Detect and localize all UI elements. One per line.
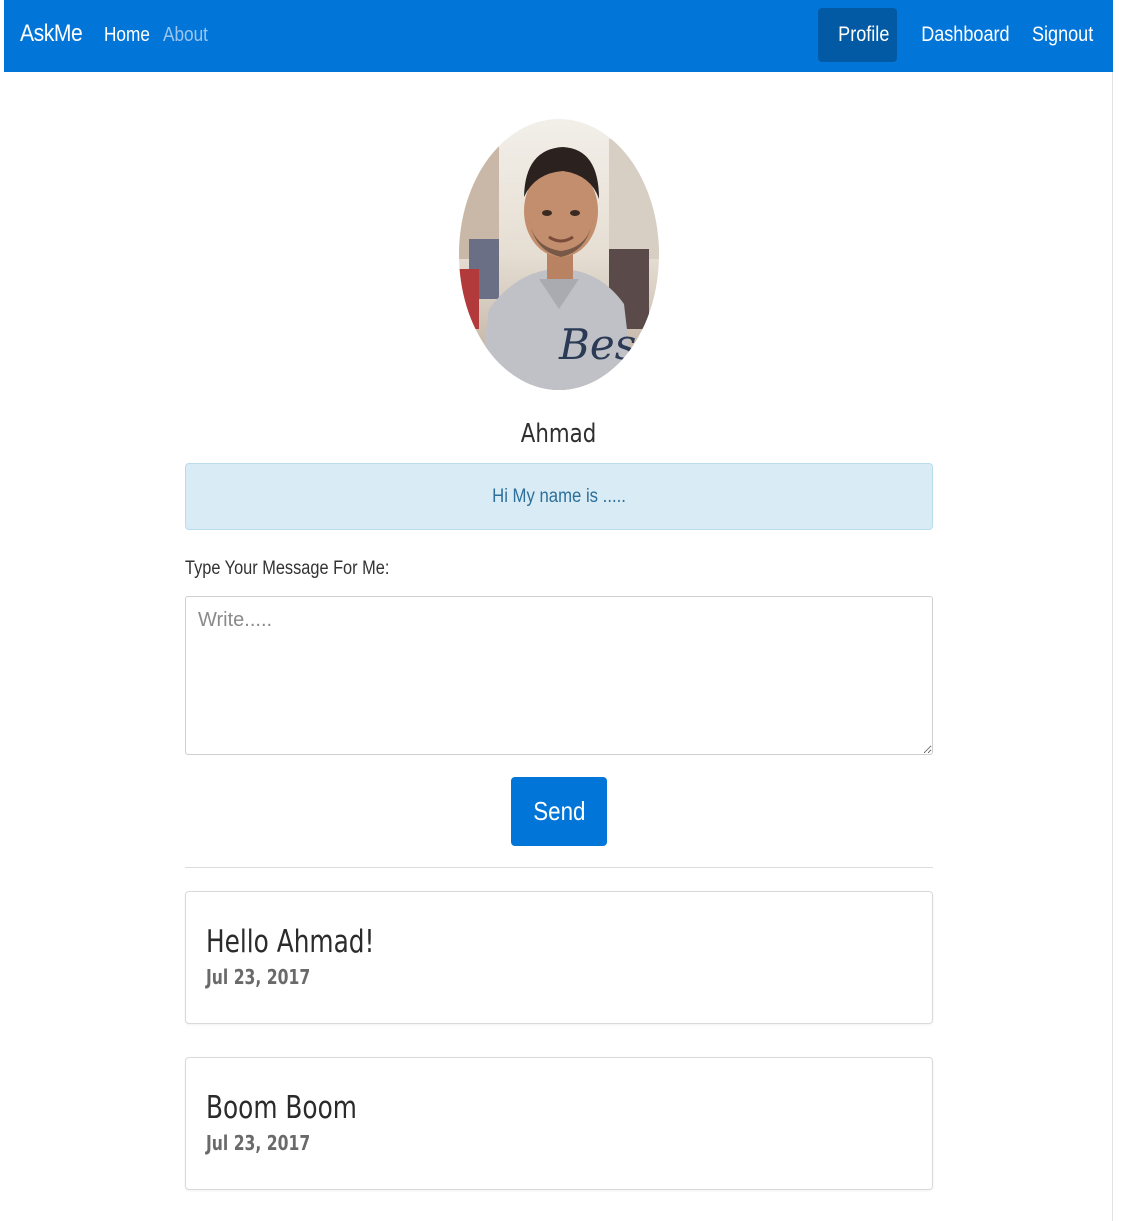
nav-signout-link[interactable]: Signout (1011, 8, 1107, 62)
top-navbar: AskMe Home About Profile Dashboard Signo… (4, 0, 1113, 72)
profile-name: Ahmad (520, 419, 597, 449)
nav-about-link[interactable]: About (163, 24, 208, 47)
send-button[interactable]: Send (511, 777, 607, 846)
nav-home-link[interactable]: Home (104, 24, 150, 47)
divider (185, 867, 933, 868)
message-input[interactable] (185, 596, 933, 755)
nav-signout-label: Signout (1031, 23, 1094, 46)
message-text: Boom Boom (206, 1090, 357, 1126)
profile-bio: Hi My name is ..... (185, 463, 933, 530)
profile-bio-text: Hi My name is ..... (492, 486, 626, 507)
message-date: Jul 23, 2017 (206, 1131, 311, 1155)
send-button-label: Send (532, 796, 586, 826)
nav-profile-label: Profile (838, 23, 890, 46)
brand-logo[interactable]: AskMe (20, 20, 83, 48)
nav-profile-link[interactable]: Profile (818, 8, 897, 62)
avatar: Bes (459, 119, 659, 390)
profile-photo: Bes (459, 119, 659, 390)
message-card: Boom Boom Jul 23, 2017 (185, 1057, 933, 1190)
message-date: Jul 23, 2017 (206, 965, 311, 989)
message-card: Hello Ahmad! Jul 23, 2017 (185, 891, 933, 1024)
message-label: Type Your Message For Me: (185, 558, 390, 579)
message-text: Hello Ahmad! (206, 924, 375, 960)
nav-dashboard-link[interactable]: Dashboard (898, 8, 1010, 62)
nav-dashboard-label: Dashboard (921, 23, 1010, 46)
